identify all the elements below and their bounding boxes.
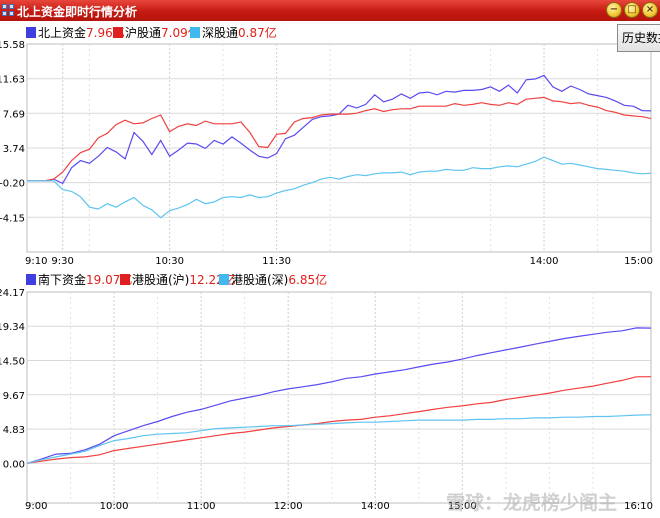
series-line-南下资金 <box>26 327 652 464</box>
y-tick-label: 14.50 <box>0 357 25 368</box>
flow-charts: 15.58 11.63 7.69 3.74 -0.20 -4.15 9:10 9:30 10:3… <box>0 40 653 512</box>
y-tick-label: 15.58 <box>0 40 25 51</box>
y-tick-label: -0.20 <box>0 179 25 190</box>
y-tick-label: 24.17 <box>0 288 25 299</box>
y-tick-label: 7.69 <box>3 109 25 120</box>
y-tick-label: 9.67 <box>3 391 25 402</box>
x-tick-label: 10:00 <box>100 501 129 512</box>
x-tick-label: 12:00 <box>274 501 303 512</box>
history-data-button[interactable]: 历史数据 <box>617 24 660 52</box>
x-tick-label: 14:00 <box>530 256 559 267</box>
x-tick-label: 9:30 <box>51 256 73 267</box>
y-tick-label: 0.00 <box>3 459 25 470</box>
y-tick-label: 19.34 <box>0 322 25 333</box>
series-line-北上资金 <box>27 74 652 185</box>
x-tick-label: 14:00 <box>361 501 390 512</box>
series-line-沪股通 <box>27 96 652 182</box>
x-tick-label: 16:10 <box>624 501 653 512</box>
watermark-text: 雪球：龙虎榜少阁主 <box>446 492 618 514</box>
plot-frame <box>26 291 652 504</box>
x-tick-label: 9:00 <box>25 501 47 512</box>
x-tick-label: 11:30 <box>262 256 291 267</box>
series-line-港股通(深) <box>26 414 652 464</box>
series-line-深股通 <box>27 156 652 219</box>
y-tick-label: 11.63 <box>0 75 25 86</box>
y-tick-label: 4.83 <box>3 425 25 436</box>
x-tick-label: 11:00 <box>187 501 216 512</box>
series-line-港股通(沪) <box>26 376 652 464</box>
x-tick-label: 9:10 <box>25 256 47 267</box>
y-tick-label: 3.74 <box>3 144 25 155</box>
x-tick-label: 10:30 <box>155 256 184 267</box>
y-tick-label: -4.15 <box>0 213 25 224</box>
x-tick-label: 15:00 <box>624 256 653 267</box>
